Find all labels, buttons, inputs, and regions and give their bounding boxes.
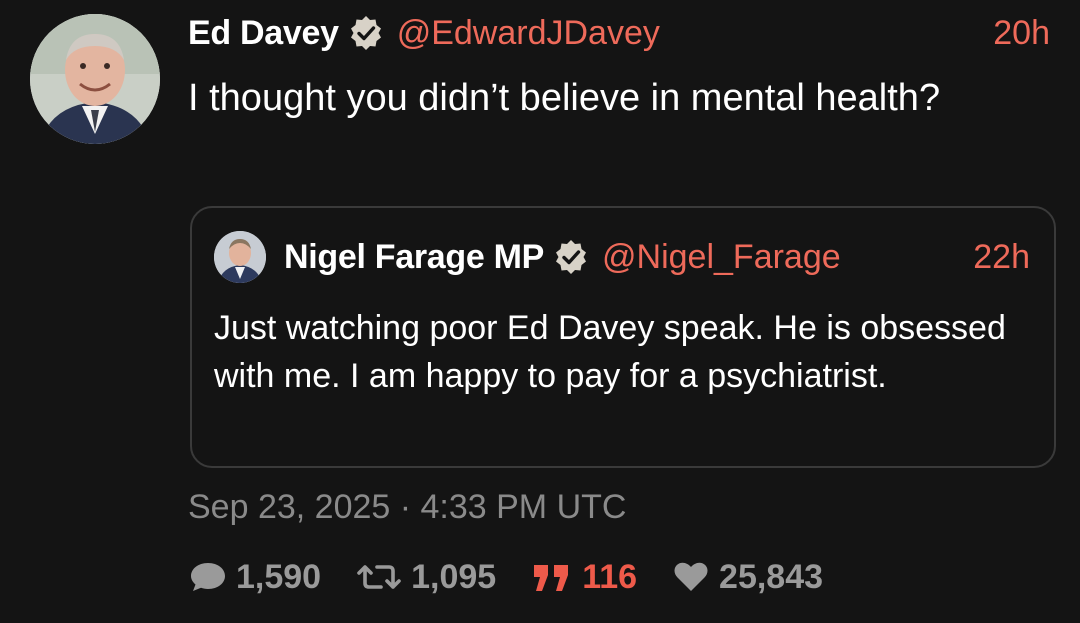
tweet-actions: 1,590 1,095 116 25,843 [188, 554, 857, 600]
quoted-avatar-image [214, 231, 266, 283]
quoted-tweet-header: Nigel Farage MP @Nigel_Farage 22h [214, 231, 1030, 283]
author-name[interactable]: Ed Davey [188, 14, 339, 53]
quoted-tweet-time-ago[interactable]: 22h [973, 238, 1030, 277]
tweet-header: Ed Davey @EdwardJDavey 20h [188, 10, 1050, 56]
tweet-timestamp[interactable]: Sep 23, 2025 · 4:33 PM UTC [188, 488, 626, 527]
retweet-count: 1,095 [411, 557, 497, 596]
avatar-image [30, 14, 160, 144]
quoted-author-handle[interactable]: @Nigel_Farage [602, 238, 841, 277]
author-handle[interactable]: @EdwardJDavey [397, 14, 660, 53]
tweet-time-ago[interactable]: 20h [993, 14, 1050, 53]
tweet-card: Ed Davey @EdwardJDavey 20h I thought you… [0, 0, 1080, 623]
quote-button[interactable]: 116 [530, 558, 637, 597]
reply-button[interactable]: 1,590 [188, 558, 321, 597]
tweet-text: I thought you didn’t believe in mental h… [188, 77, 941, 119]
heart-icon [674, 562, 708, 591]
quote-icon [534, 565, 569, 591]
comment-bubble-icon [191, 563, 225, 591]
verified-badge-icon [552, 238, 590, 276]
quoted-author-name[interactable]: Nigel Farage MP [284, 238, 544, 277]
quote-count: 116 [582, 557, 638, 596]
quoted-tweet[interactable]: Nigel Farage MP @Nigel_Farage 22h Just w… [190, 206, 1056, 468]
like-button[interactable]: 25,843 [671, 558, 823, 597]
retweet-icon [357, 565, 401, 589]
quoted-author-avatar [214, 231, 266, 283]
author-avatar[interactable] [30, 14, 160, 144]
like-count: 25,843 [719, 557, 824, 596]
quoted-tweet-text: Just watching poor Ed Davey speak. He is… [214, 309, 1006, 395]
verified-badge-icon [347, 14, 385, 52]
reply-count: 1,590 [236, 557, 322, 596]
retweet-button[interactable]: 1,095 [355, 558, 496, 597]
